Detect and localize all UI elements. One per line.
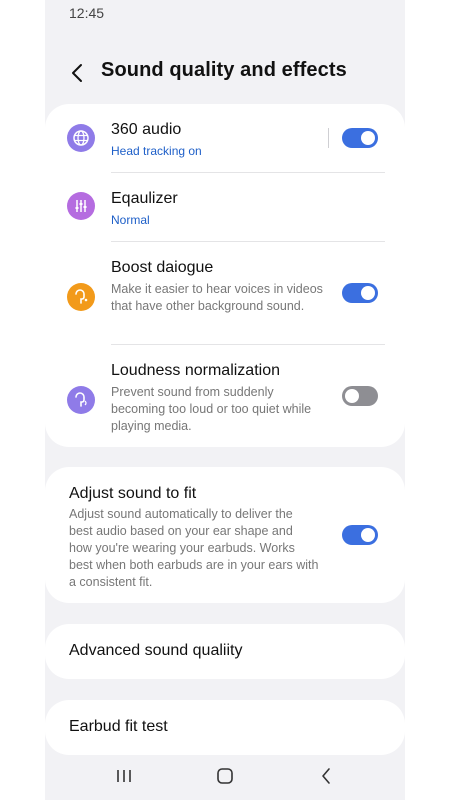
- vertical-separator: [328, 128, 329, 148]
- setting-row-360-audio[interactable]: 360 audio Head tracking on: [45, 104, 405, 172]
- setting-row-equalizer[interactable]: Eqaulizer Normal: [45, 173, 405, 241]
- audio-settings-card: 360 audio Head tracking on Eqaulizer Nor…: [45, 104, 405, 447]
- phone-screen: 12:45 Sound quality and effects 360 audi…: [45, 0, 405, 800]
- setting-description: Prevent sound from suddenly becoming too…: [111, 385, 312, 433]
- equalizer-icon: [67, 192, 95, 220]
- setting-description: Make it easier to hear voices in videos …: [111, 282, 323, 313]
- chevron-left-icon: [72, 64, 82, 82]
- toggle-loudness-normalization[interactable]: [342, 386, 378, 406]
- advanced-sound-quality-item[interactable]: Advanced sound qualiity: [45, 624, 405, 679]
- back-icon: [322, 768, 330, 784]
- globe-icon: [67, 124, 95, 152]
- nav-back-button[interactable]: [313, 765, 339, 787]
- navigation-bar: [45, 755, 405, 800]
- home-button[interactable]: [212, 765, 238, 787]
- adjust-fit-title: Adjust sound to fit: [69, 485, 197, 502]
- setting-row-boost-dialogue[interactable]: Boost daiogue Make it easier to hear voi…: [45, 242, 405, 344]
- setting-title: Loudness normalization: [111, 362, 280, 379]
- earbud-volume-icon: [67, 386, 95, 414]
- toggle-boost-dialogue[interactable]: [342, 283, 378, 303]
- back-button[interactable]: [63, 59, 91, 87]
- adjust-fit-card[interactable]: Adjust sound to fit Adjust sound automat…: [45, 467, 405, 603]
- toggle-adjust-sound-to-fit[interactable]: [342, 525, 378, 545]
- setting-subtitle: Normal: [111, 213, 150, 227]
- setting-subtitle: Head tracking on: [111, 144, 202, 158]
- page-title: Sound quality and effects: [101, 59, 347, 81]
- setting-row-loudness-normalization[interactable]: Loudness normalization Prevent sound fro…: [45, 345, 405, 447]
- recent-apps-button[interactable]: [111, 765, 137, 787]
- setting-title: Eqaulizer: [111, 190, 178, 207]
- home-icon: [217, 768, 233, 784]
- status-time: 12:45: [69, 5, 105, 21]
- earbud-voice-icon: [67, 283, 95, 311]
- earbud-fit-test-item[interactable]: Earbud fit test: [45, 700, 405, 755]
- setting-title: 360 audio: [111, 121, 182, 138]
- adjust-fit-description: Adjust sound automatically to deliver th…: [69, 507, 319, 589]
- recent-apps-icon: [117, 770, 131, 782]
- header: Sound quality and effects: [45, 55, 405, 91]
- earbud-fit-test-label: Earbud fit test: [69, 718, 168, 735]
- advanced-sound-quality-label: Advanced sound qualiity: [69, 642, 243, 659]
- setting-title: Boost daiogue: [111, 259, 214, 276]
- toggle-360-audio[interactable]: [342, 128, 378, 148]
